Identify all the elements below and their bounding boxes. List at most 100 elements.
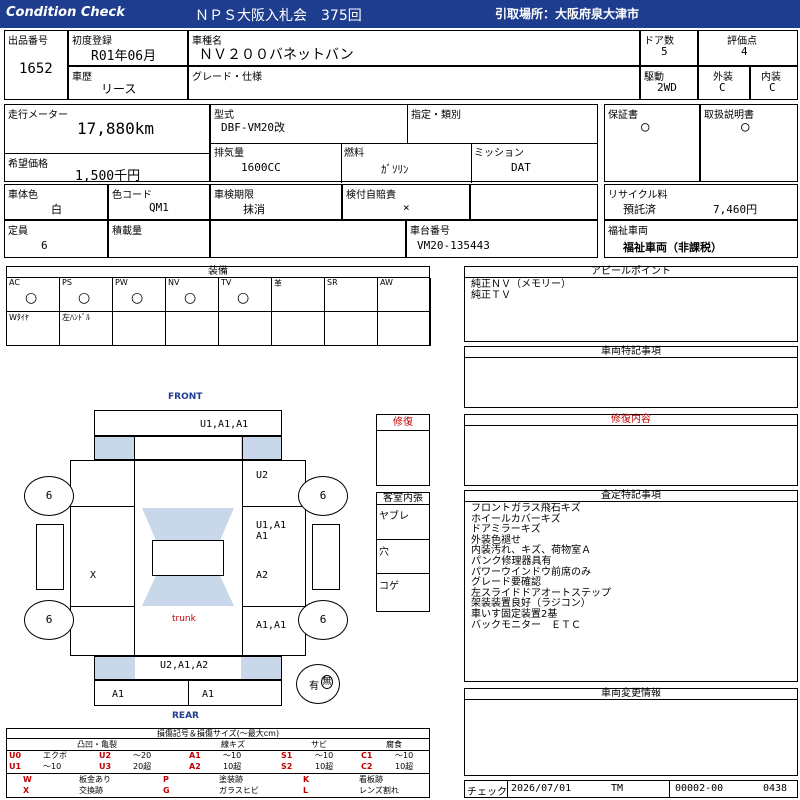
body-color: 白 [51,203,62,216]
equipment-extra-7 [378,312,431,346]
mark-right-mid: A2 [256,570,269,581]
front-label: FRONT [168,392,203,402]
rear-label: REAR [172,711,199,721]
drive: 2WD [657,81,677,94]
color-code: QM1 [149,201,169,214]
trunk-label: trunk [172,614,196,624]
doors: 5 [661,45,668,58]
inspection-expiry: 抹消 [243,203,265,216]
equipment-4: TV ○ [219,278,272,312]
legend-code: K [303,775,310,784]
header-bar: Condition Check ＮＰＳ大阪入札会 375回 引取場所：大阪府泉大… [0,0,800,28]
grade-box: グレード・仕様 [188,66,640,100]
auction-name: ＮＰＳ大阪入札会 375回 [195,8,362,24]
equipment-0: AC ○ [7,278,60,312]
legend-code: P [163,775,169,784]
exterior-box: 外装 C [698,66,750,100]
footer-bar: チェック 2026/07/01 TM 00002-00 0438 [464,780,798,798]
wheel-front-left: 6 [24,476,74,516]
legend-desc: 塗装跡 [219,775,243,784]
rating: 4 [741,45,748,58]
recycle-fee: 7,460円 [713,203,758,216]
legend-desc: ～10 [223,751,242,760]
doors-box: ドア数 5 [640,30,698,66]
equipment-panel: 装備 AC ○ PS ○ PW ○ NV ○ TV ○ 革 SR AW Wﾀｲﾔ 左ﾊﾝﾄﾞﾙ [6,266,431,346]
interior: C [769,81,776,94]
legend-desc: 交換跡 [79,786,103,795]
inspection-note: フロントガラス飛石キズ [471,503,581,514]
legend-desc: レンズ割れ [359,786,399,795]
equipment-mark: ○ [25,290,38,306]
warranty: ○ [641,119,650,135]
welfare-box: 福祉車両 福祉車両（非課税） [604,220,798,258]
equipment-extra-6 [325,312,378,346]
welfare: 福祉車両（非課税） [623,241,722,254]
recycle-box: リサイクル料 預託済 7,460円 [604,184,798,220]
legend-header: 腐食 [386,740,402,749]
spare-seal: 有 無 [296,664,340,704]
mark-left-mid: X [90,570,97,581]
manual-box: 取扱説明書 ○ [700,104,798,182]
displacement: 1600CC [241,161,281,174]
equipment-extra-3 [166,312,219,346]
legend-code: U3 [99,762,112,771]
legend-desc: 10超 [223,762,242,771]
mark-right-upper: U1,A1 [256,520,287,531]
equipment-5: 革 [272,278,325,312]
equipment-mark: ○ [184,290,197,306]
inspection-note: 車いす固定装置2基 [471,608,558,620]
inspection-notes-list: フロントガラス飛石キズ ホイールカバーキズ ドアミラーキズ 外装色褪せ 内装汚れ、キズ、… [471,503,611,631]
legend-header: 線キズ [221,740,245,749]
cabin-box: 客室内張 ヤブレ 穴 コゲ [376,492,430,612]
history: リース [101,82,137,96]
legend-desc: 10超 [395,762,414,771]
inspection-note: バックモニター ＥＴＣ [471,619,581,631]
legend-code: G [163,786,170,795]
equipment-7: AW [378,278,431,312]
car-name-box: 車種名 ＮＶ２００バネットバン [188,30,640,66]
legend-desc: 10超 [315,762,334,771]
header-title: Condition Check [6,5,125,20]
legend-desc: ～20 [133,751,152,760]
mark-right-upper-2: A1 [256,531,269,542]
appeal-panel: アピールポイント 純正ＮＶ（メモリー） 純正ＴＶ [464,266,798,342]
legend-code: C2 [361,762,373,771]
pickup-location: 引取場所：大阪府泉大津市 [495,7,640,21]
model: DBF-VM20改 [221,121,285,134]
legend-code: U1 [9,762,22,771]
equipment-mark: ○ [78,290,91,306]
wheel-rear-left: 6 [24,600,74,640]
color-code-box: 色コード QM1 [108,184,210,220]
legend-code: X [23,786,30,795]
repair-content-panel: 修復内容 [464,414,798,486]
capacity-box: 定員 6 [4,220,108,258]
appeal-list: 純正ＮＶ（メモリー） 純正ＴＶ [471,279,571,301]
mileage: 17,880km [77,119,155,138]
equipment-mark: ○ [237,290,250,306]
recycle-status: 預託済 [623,203,656,216]
inspection-notes-panel: 査定特記事項 フロントガラス飛石キズ ホイールカバーキズ ドアミラーキズ 外装色褪せ内… [464,490,798,682]
legend-code: U0 [9,751,22,760]
inspection-note: パンク修理器具有 [471,555,552,567]
desired-price: 1,500千円 [75,169,141,184]
change-info-panel: 車両変更情報 [464,688,798,776]
equipment-extra-1: 左ﾊﾝﾄﾞﾙ [60,312,113,346]
equipment-extra-2 [113,312,166,346]
warranty-box: 保証書 ○ [604,104,700,182]
legend-desc: ～10 [315,751,334,760]
legend-code: L [303,786,309,795]
equipment-extra-5 [272,312,325,346]
equipment-6: SR [325,278,378,312]
lot-number: 1652 [19,61,53,77]
wheel-front-right: 6 [298,476,348,516]
interior-box: 内装 C [750,66,798,100]
car-name: ＮＶ２００バネットバン [199,47,354,63]
equipment-extra-0: Wﾀｲﾔ [7,312,60,346]
body-color-box: 車体色 白 [4,184,108,220]
legend-code: W [23,775,32,784]
equipment-3: NV ○ [166,278,219,312]
mark-right-lower: A1,A1 [256,620,287,631]
mark-rear: U2,A1,A2 [160,660,209,671]
equipment-extra-4 [219,312,272,346]
drive-box: 駆動 2WD [640,66,698,100]
